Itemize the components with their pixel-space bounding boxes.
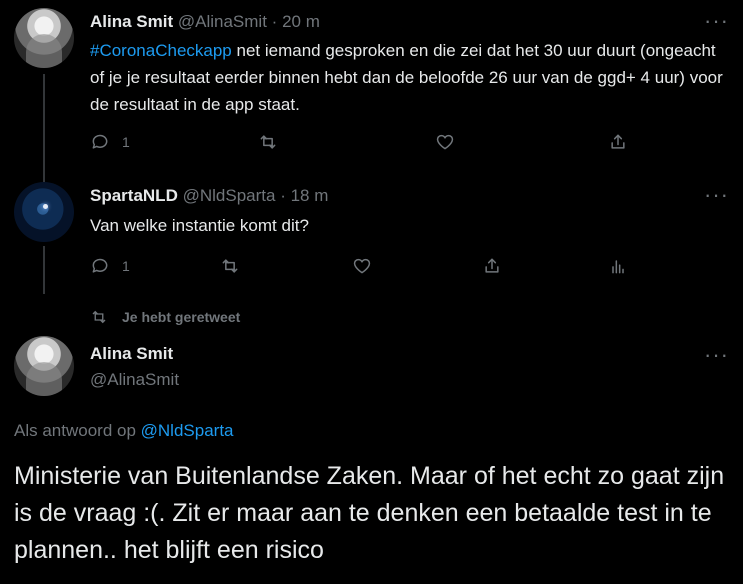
like-button[interactable] [435,130,455,154]
tweet-header: Alina Smit @AlinaSmit · 20 m [90,12,320,32]
reply-to-line: Als antwoord op @NldSparta [14,421,234,441]
tweet-handle-line: @AlinaSmit [90,370,179,390]
more-horizontal-icon[interactable]: ··· [704,344,729,366]
reply-icon [92,258,108,273]
analytics-button[interactable] [608,254,628,278]
reply-icon [92,134,108,149]
reply-count: 1 [122,134,130,150]
tweet-sparta[interactable]: SpartaNLD @NldSparta · 18 m ··· Van welk… [0,178,743,296]
share-icon [485,258,499,273]
avatar[interactable] [14,182,74,242]
retweeted-notice: Je hebt geretweet [90,308,240,326]
retweet-icon [222,259,238,273]
retweet-icon [92,310,106,324]
heart-icon [353,258,371,274]
share-button[interactable] [482,254,502,278]
timestamp[interactable]: 20 m [282,12,320,31]
reply-button[interactable]: 1 [90,254,130,278]
share-button[interactable] [608,130,628,154]
reply-button[interactable]: 1 [90,130,130,154]
retweeted-label: Je hebt geretweet [122,309,241,325]
timestamp[interactable]: 18 m [291,186,329,205]
hashtag-link[interactable]: #CoronaCheckapp [90,41,232,60]
heart-icon [436,134,454,150]
retweet-button[interactable] [220,254,240,278]
reply-prefix: Als antwoord op [14,421,141,440]
separator: · [271,12,278,31]
display-name[interactable]: Alina Smit [90,344,173,363]
avatar-star [43,204,48,209]
tweet-header: SpartaNLD @NldSparta · 18 m [90,186,328,206]
user-handle[interactable]: @AlinaSmit [90,370,179,389]
reply-count: 1 [122,258,130,274]
separator: · [280,186,286,205]
like-button[interactable] [352,254,372,278]
tweet-header: Alina Smit [90,344,173,364]
main-tweet-text: Ministerie van Buitenlandse Zaken. Maar … [14,462,725,564]
user-handle[interactable]: @AlinaSmit [178,12,267,31]
retweet-icon [260,135,276,149]
tweet-alina-1[interactable]: Alina Smit @AlinaSmit · 20 m ··· #Corona… [0,0,743,170]
more-horizontal-icon[interactable]: ··· [704,10,729,32]
tweet-text: Van welke instantie komt dit? [90,216,309,235]
avatar[interactable] [14,8,74,68]
display-name[interactable]: SpartaNLD [90,186,178,205]
share-icon [611,134,625,149]
display-name[interactable]: Alina Smit [90,12,173,31]
reply-mention-link[interactable]: @NldSparta [141,421,234,440]
retweet-button[interactable] [258,130,278,154]
more-horizontal-icon[interactable]: ··· [704,184,729,206]
avatar[interactable] [14,336,74,396]
tweet-text: #CoronaCheckapp net iemand gesproken en … [90,37,730,118]
user-handle[interactable]: @NldSparta [183,186,276,205]
analytics-icon [612,260,624,274]
